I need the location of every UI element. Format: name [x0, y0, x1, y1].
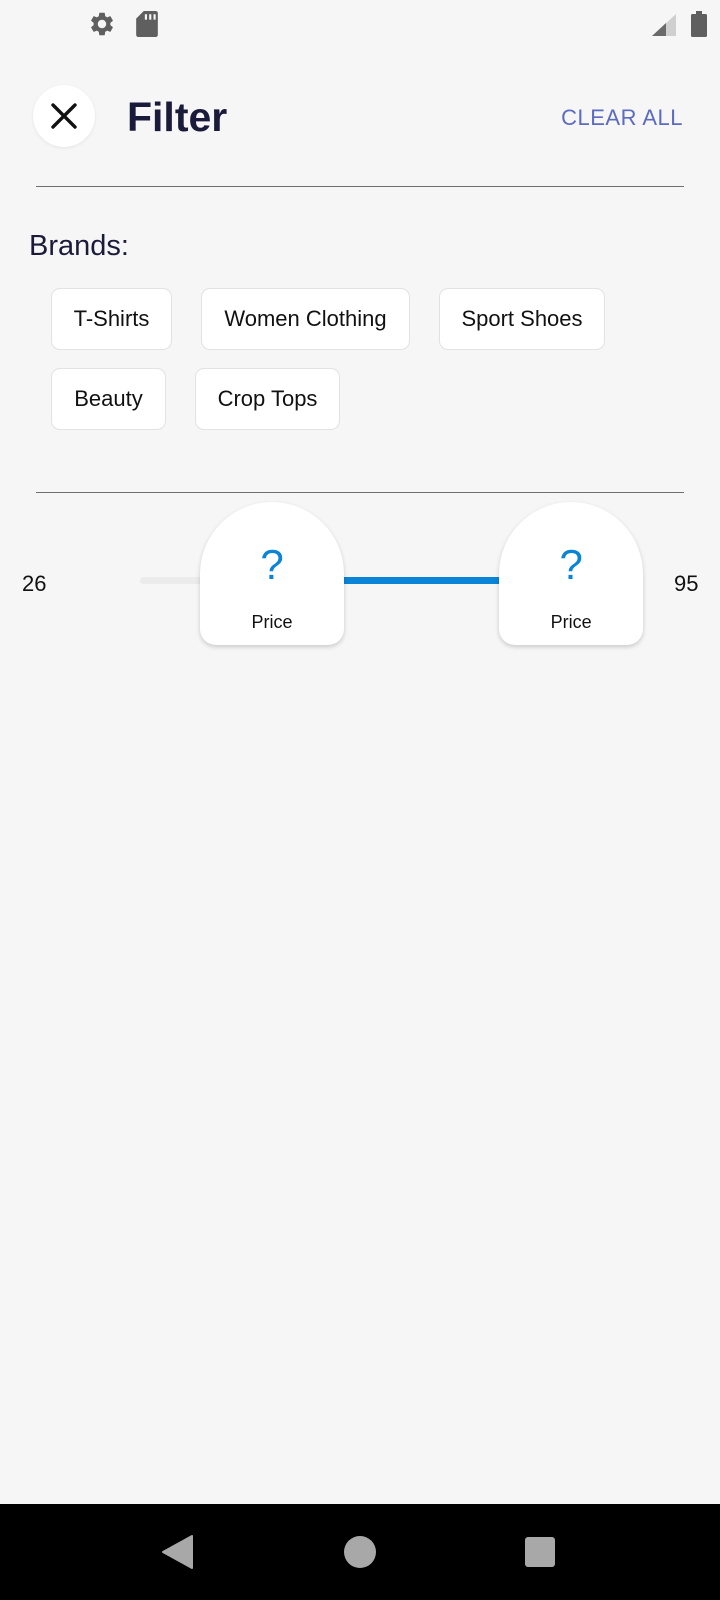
- clear-all-button[interactable]: CLEAR ALL: [561, 103, 683, 133]
- price-min-value: 26: [22, 571, 47, 596]
- page-title: Filter: [127, 94, 228, 140]
- divider: [36, 492, 684, 493]
- brand-chip-crop-tops[interactable]: Crop Tops: [195, 368, 340, 430]
- divider: [36, 186, 684, 187]
- battery-icon: [691, 11, 707, 37]
- brand-chip-women-clothing[interactable]: Women Clothing: [201, 288, 410, 350]
- status-bar: [0, 0, 720, 48]
- gear-icon: [91, 12, 113, 36]
- brand-chip-sport-shoes[interactable]: Sport Shoes: [439, 288, 605, 350]
- price-slider-max-thumb[interactable]: ? Price: [499, 502, 644, 645]
- navigation-bar: [0, 1504, 720, 1600]
- thumb-label: Price: [251, 612, 293, 632]
- thumb-label: Price: [550, 612, 592, 632]
- question-icon: ?: [559, 541, 583, 588]
- close-button[interactable]: [33, 85, 95, 147]
- close-icon: [51, 103, 77, 129]
- back-icon[interactable]: [160, 1534, 196, 1570]
- price-max-value: 95: [674, 571, 699, 596]
- brand-chip-t-shirts[interactable]: T-Shirts: [51, 288, 172, 350]
- price-slider-min-thumb[interactable]: ? Price: [200, 502, 344, 645]
- sd-card-icon: [136, 11, 158, 37]
- brands-label: Brands:: [29, 230, 129, 262]
- question-icon: ?: [260, 541, 284, 588]
- signal-icon: [652, 14, 676, 36]
- home-icon[interactable]: [343, 1535, 377, 1569]
- recent-apps-icon[interactable]: [524, 1536, 556, 1568]
- brand-chip-beauty[interactable]: Beauty: [51, 368, 166, 430]
